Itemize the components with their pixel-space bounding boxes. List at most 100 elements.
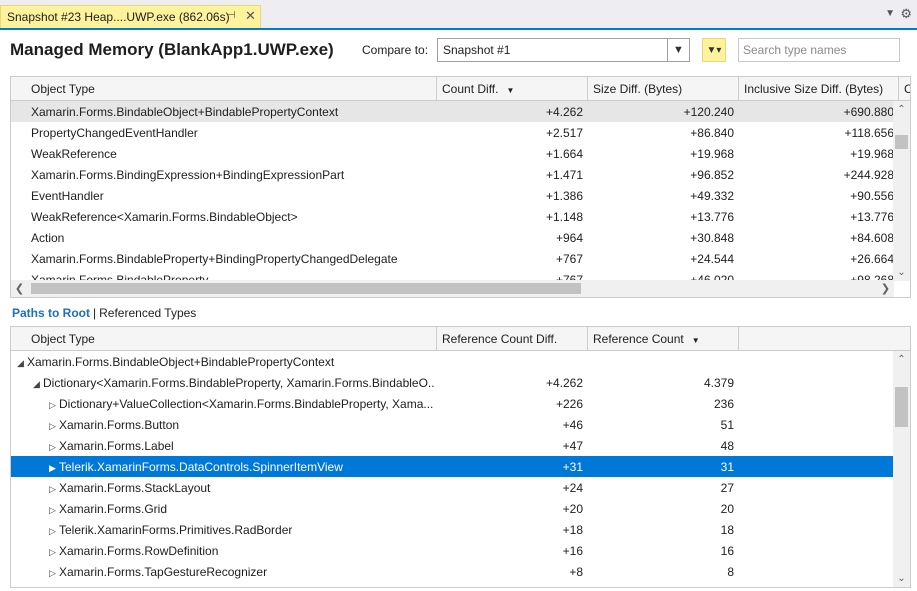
close-icon[interactable]: ✕ [245,8,256,24]
object-type-label: Xamarin.Forms.StackLayout [59,481,211,495]
scroll-up-icon[interactable]: ⌃ [893,101,910,118]
expanded-arrow-icon[interactable]: ◢ [17,358,27,369]
collapsed-arrow-icon[interactable]: ▷ [49,400,59,411]
table-row[interactable]: Xamarin.Forms.BindingExpression+BindingE… [11,164,894,185]
reference-count-diff-cell: +24 [562,481,583,495]
column-header-label: Size Diff. (Bytes) [593,82,683,96]
table-row[interactable]: WeakReference +1.664 +19.968 +19.968 [11,143,894,164]
size-diff-cell: +86.840 [690,126,734,140]
tree-row[interactable]: ▷ Xamarin.Forms.Label +47 48 [11,435,894,456]
reference-count-diff-cell: +20 [562,502,583,516]
collapsed-arrow-icon[interactable]: ▷ [49,568,59,579]
count-diff-cell: +1.148 [545,210,583,224]
tab-paths-to-root[interactable]: Paths to Root [12,306,90,320]
reference-count-cell: 20 [720,502,734,516]
object-type-cell: ▷ Telerik.XamarinForms.Primitives.RadBord… [49,519,435,540]
page-title: Managed Memory (BlankApp1.UWP.exe) [10,40,334,59]
object-type-cell: ▷ Xamarin.Forms.TapGestureRecognizer [49,561,435,582]
reference-count-diff-cell: +46 [562,418,583,432]
table-row[interactable]: Xamarin.Forms.BindableProperty +767 +46.… [11,269,894,280]
object-type-cell: WeakReference [31,147,117,161]
object-type-grid: Object Type Count Diff. ▼ Size Diff. (Byt… [10,76,911,298]
chevron-down-icon[interactable]: ▼ [667,39,689,61]
inclusive-size-diff-cell: +244.928 [843,168,894,182]
filter-button[interactable]: ▼▾ [702,38,726,62]
tree-row[interactable]: ◢ Xamarin.Forms.BindableObject+BindablePr… [11,351,894,372]
size-diff-cell: +13.776 [690,210,734,224]
size-diff-cell: +24.544 [690,252,734,266]
column-header-reference-count[interactable]: Reference Count ▼ [588,327,739,351]
object-type-cell: Action [31,231,65,245]
collapsed-arrow-icon[interactable]: ▶ [49,463,59,474]
table-row[interactable]: Xamarin.Forms.BindableObject+BindablePro… [11,101,894,122]
collapsed-arrow-icon[interactable]: ▷ [49,526,59,537]
column-header-size-diff[interactable]: Size Diff. (Bytes) [588,77,739,101]
vertical-scrollbar[interactable]: ⌃ ⌄ [893,101,910,281]
column-header-label: Reference Count Diff. [442,332,558,346]
collapsed-arrow-icon[interactable]: ▷ [49,421,59,432]
vertical-scrollbar[interactable]: ⌃ ⌄ [893,351,910,587]
scroll-thumb[interactable] [895,135,908,149]
table-row[interactable]: PropertyChangedEventHandler +2.517 +86.8… [11,122,894,143]
scroll-down-icon[interactable]: ⌄ [893,570,910,587]
collapsed-arrow-icon[interactable]: ▷ [49,484,59,495]
scroll-thumb[interactable] [31,283,581,294]
expanded-arrow-icon[interactable]: ◢ [33,379,43,390]
table-row[interactable]: WeakReference<Xamarin.Forms.BindableObje… [11,206,894,227]
snapshot-tab[interactable]: Snapshot #23 Heap....UWP.exe (862.06s) ⊣… [0,5,261,28]
horizontal-scrollbar[interactable]: ❮ ❯ [11,280,894,297]
collapsed-arrow-icon[interactable]: ▷ [49,442,59,453]
count-diff-cell: +1.664 [545,147,583,161]
inclusive-size-diff-cell: +90.556 [850,189,894,203]
collapsed-arrow-icon[interactable]: ▷ [49,547,59,558]
scroll-right-icon[interactable]: ❯ [877,280,894,297]
scroll-left-icon[interactable]: ❮ [11,280,28,297]
table-row[interactable]: Xamarin.Forms.BindableProperty+BindingPr… [11,248,894,269]
object-type-cell: Xamarin.Forms.BindingExpression+BindingE… [31,168,345,182]
column-header-object-type[interactable]: Object Type [11,77,437,101]
tree-row[interactable]: ◢ Dictionary<Xamarin.Forms.BindableProper… [11,372,894,393]
column-header-empty [739,327,910,351]
tree-row[interactable]: ▷ Xamarin.Forms.RowDefinition +16 16 [11,540,894,561]
table-row[interactable]: EventHandler +1.386 +49.332 +90.556 [11,185,894,206]
compare-to-label: Compare to: [362,43,429,57]
reference-count-cell: 51 [720,418,734,432]
column-header-count-diff[interactable]: Count Diff. ▼ [437,77,588,101]
scroll-thumb[interactable] [895,387,908,427]
column-header-inclusive-size-diff[interactable]: Inclusive Size Diff. (Bytes) [739,77,899,101]
object-type-cell: PropertyChangedEventHandler [31,126,198,140]
tree-row[interactable]: ▷ Xamarin.Forms.TapGestureRecognizer +8 8 [11,561,894,582]
compare-to-dropdown[interactable]: Snapshot #1 ▼ [437,38,690,62]
dropdown-menu-icon[interactable]: ▼ [885,8,895,19]
object-type-label: Telerik.XamarinForms.Primitives.RadBorde… [59,523,293,537]
inclusive-size-diff-cell: +19.968 [850,147,894,161]
column-header-reference-count-diff[interactable]: Reference Count Diff. [437,327,588,351]
pin-icon[interactable]: ⊣ [227,10,236,21]
tab-separator: | [93,306,97,320]
column-header-c[interactable]: C [899,77,910,101]
tree-row[interactable]: ▷ Dictionary+ValueCollection<Xamarin.Form… [11,393,894,414]
tree-row[interactable]: ▷ Xamarin.Forms.Button +46 51 [11,414,894,435]
inclusive-size-diff-cell: +118.656 [844,126,895,140]
scroll-up-icon[interactable]: ⌃ [893,351,910,368]
object-type-cell: ▷ Xamarin.Forms.Grid [49,498,435,519]
inclusive-size-diff-cell: +84.608 [850,231,894,245]
gear-icon[interactable]: ⚙ [900,6,912,22]
object-type-cell: EventHandler [31,189,104,203]
count-diff-cell: +767 [555,252,583,266]
object-type-cell: Xamarin.Forms.BindableProperty+BindingPr… [31,252,398,266]
tab-referenced-types[interactable]: Referenced Types [99,306,196,320]
tree-row[interactable]: ▷ Xamarin.Forms.Grid +20 20 [11,498,894,519]
object-type-label: Telerik.XamarinForms.DataControls.Spinne… [59,460,343,474]
collapsed-arrow-icon[interactable]: ▷ [49,505,59,516]
size-diff-cell: +49.332 [690,189,734,203]
size-diff-cell: +19.968 [690,147,734,161]
grid-header: Object Type Reference Count Diff. Refere… [11,327,910,351]
table-row[interactable]: Action +964 +30.848 +84.608 [11,227,894,248]
tree-row-selected[interactable]: ▶ Telerik.XamarinForms.DataControls.Spinn… [11,456,894,477]
tree-row[interactable]: ▷ Telerik.XamarinForms.Primitives.RadBord… [11,519,894,540]
search-type-names-input[interactable] [738,38,900,62]
column-header-object-type[interactable]: Object Type [11,327,437,351]
tree-row[interactable]: ▷ Xamarin.Forms.StackLayout +24 27 [11,477,894,498]
scroll-down-icon[interactable]: ⌄ [893,264,910,281]
